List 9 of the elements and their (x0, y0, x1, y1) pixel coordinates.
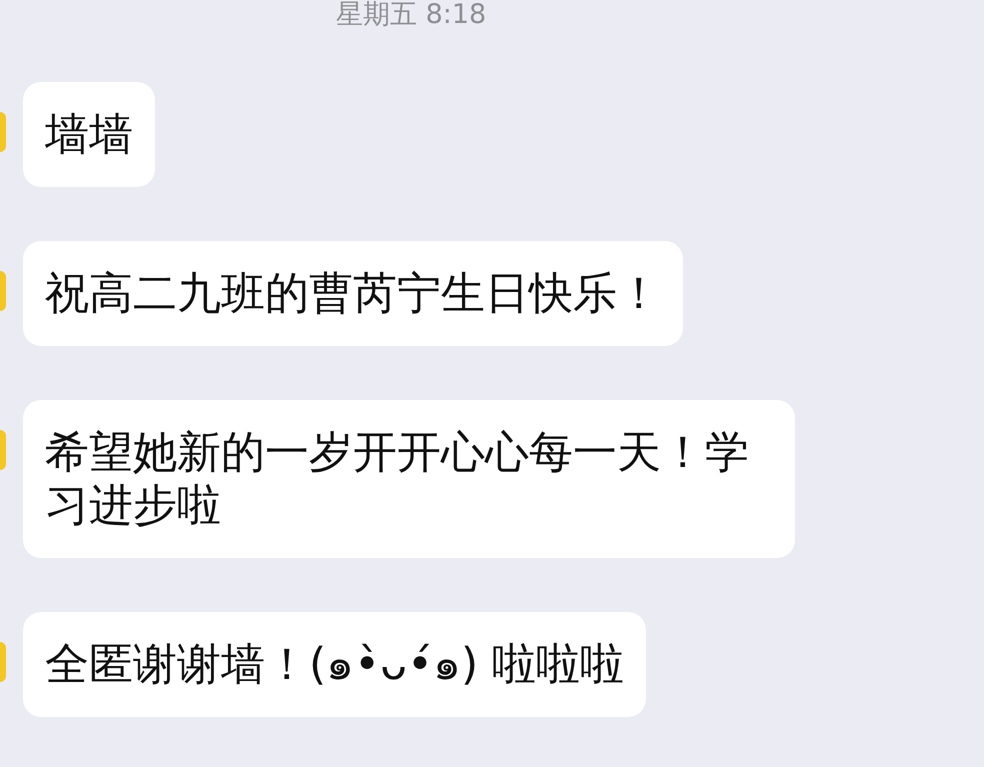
avatar[interactable] (0, 112, 6, 152)
message-bubble: 希望她新的一岁开开心心每一天！学习进步啦 (23, 400, 795, 558)
message-bubble: 祝高二九班的曹芮宁生日快乐！ (23, 241, 683, 346)
message-bubble: 全匿谢谢墙！(๑•̀ᴗ•́๑) 啦啦啦 (23, 612, 646, 717)
avatar[interactable] (0, 430, 6, 470)
avatar[interactable] (0, 271, 6, 311)
avatar[interactable] (0, 642, 6, 682)
message-bubble: 墙墙 (23, 82, 155, 187)
timestamp: 星期五 8:18 (335, 0, 488, 30)
